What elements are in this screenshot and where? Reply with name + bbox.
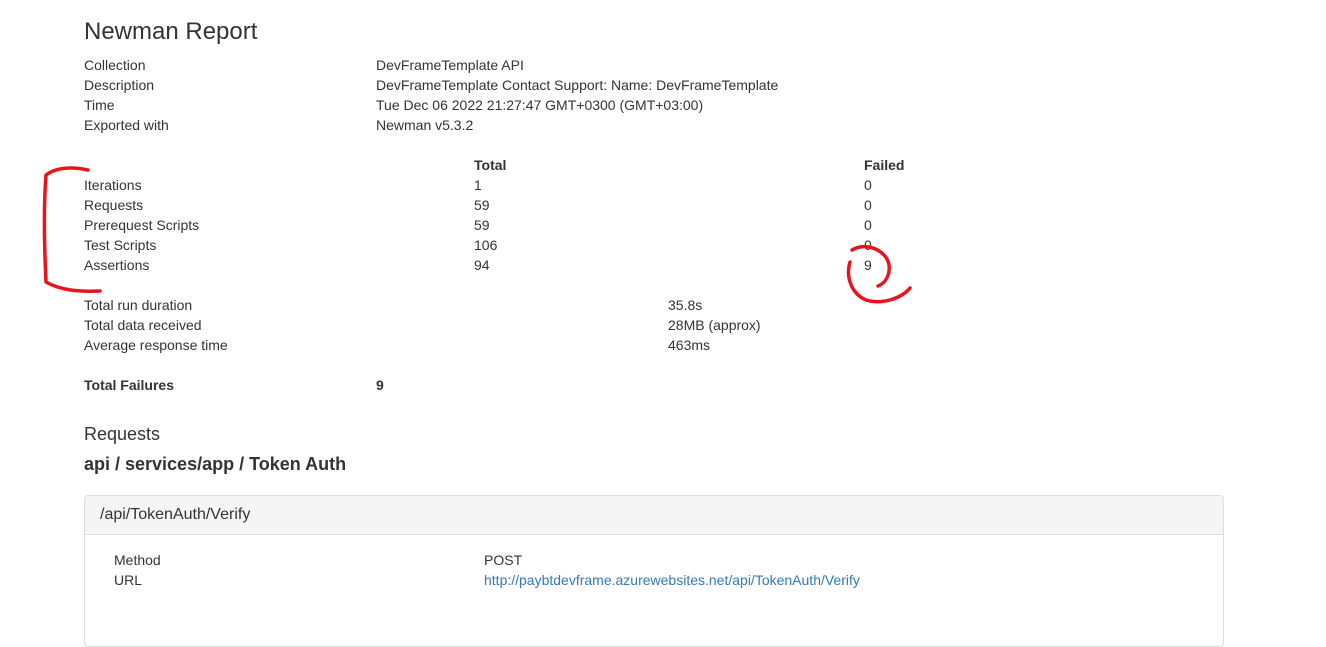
summary-row-total: 59	[474, 197, 490, 213]
stat-label-data-received: Total data received	[84, 317, 202, 333]
summary-row-total: 106	[474, 237, 498, 253]
summary-row-failed: 0	[864, 197, 872, 213]
summary-row-failed: 0	[864, 217, 872, 233]
summary-row-total: 1	[474, 177, 482, 193]
request-group-title: api / services/app / Token Auth	[84, 454, 347, 474]
info-label-time: Time	[84, 97, 115, 113]
requests-section-title: Requests	[84, 424, 161, 444]
total-failures-value: 9	[376, 377, 384, 393]
total-failures-label: Total Failures	[84, 377, 174, 393]
stat-label-avg-response: Average response time	[84, 337, 228, 353]
summary-row-total: 94	[474, 257, 490, 273]
info-value-description: DevFrameTemplate Contact Support: Name: …	[376, 77, 779, 93]
summary-row-label: Test Scripts	[84, 237, 157, 253]
stat-value-avg-response: 463ms	[668, 337, 711, 353]
summary-row-label: Requests	[84, 197, 144, 213]
info-value-collection: DevFrameTemplate API	[376, 57, 524, 73]
summary-row-label: Assertions	[84, 257, 150, 273]
page-title: Newman Report	[84, 18, 258, 45]
stat-label-duration: Total run duration	[84, 297, 193, 313]
summary-row-label: Prerequest Scripts	[84, 217, 200, 233]
stat-value-duration: 35.8s	[668, 297, 703, 313]
info-value-exported: Newman v5.3.2	[376, 117, 474, 133]
summary-header-failed: Failed	[864, 157, 905, 173]
summary-row-total: 59	[474, 217, 490, 233]
summary-row-label: Iterations	[84, 177, 142, 193]
method-value: POST	[484, 552, 523, 568]
stat-value-data-received: 28MB (approx)	[668, 317, 761, 333]
annotation-circle	[846, 244, 912, 304]
url-link[interactable]: http://paybtdevframe.azurewebsites.net/a…	[484, 570, 860, 590]
method-label: Method	[114, 552, 161, 568]
request-panel: /api/TokenAuth/Verify Method POST URL ht…	[84, 495, 1224, 647]
request-panel-header[interactable]: /api/TokenAuth/Verify	[85, 496, 1223, 535]
info-label-collection: Collection	[84, 57, 146, 73]
summary-row-failed: 0	[864, 237, 872, 253]
info-label-exported: Exported with	[84, 117, 169, 133]
summary-header-total: Total	[474, 157, 507, 173]
info-value-time: Tue Dec 06 2022 21:27:47 GMT+0300 (GMT+0…	[376, 97, 704, 113]
summary-row-failed: 0	[864, 177, 872, 193]
url-label: URL	[114, 572, 143, 588]
info-label-description: Description	[84, 77, 155, 93]
summary-row-failed: 9	[864, 257, 872, 273]
request-panel-title: /api/TokenAuth/Verify	[100, 506, 251, 523]
